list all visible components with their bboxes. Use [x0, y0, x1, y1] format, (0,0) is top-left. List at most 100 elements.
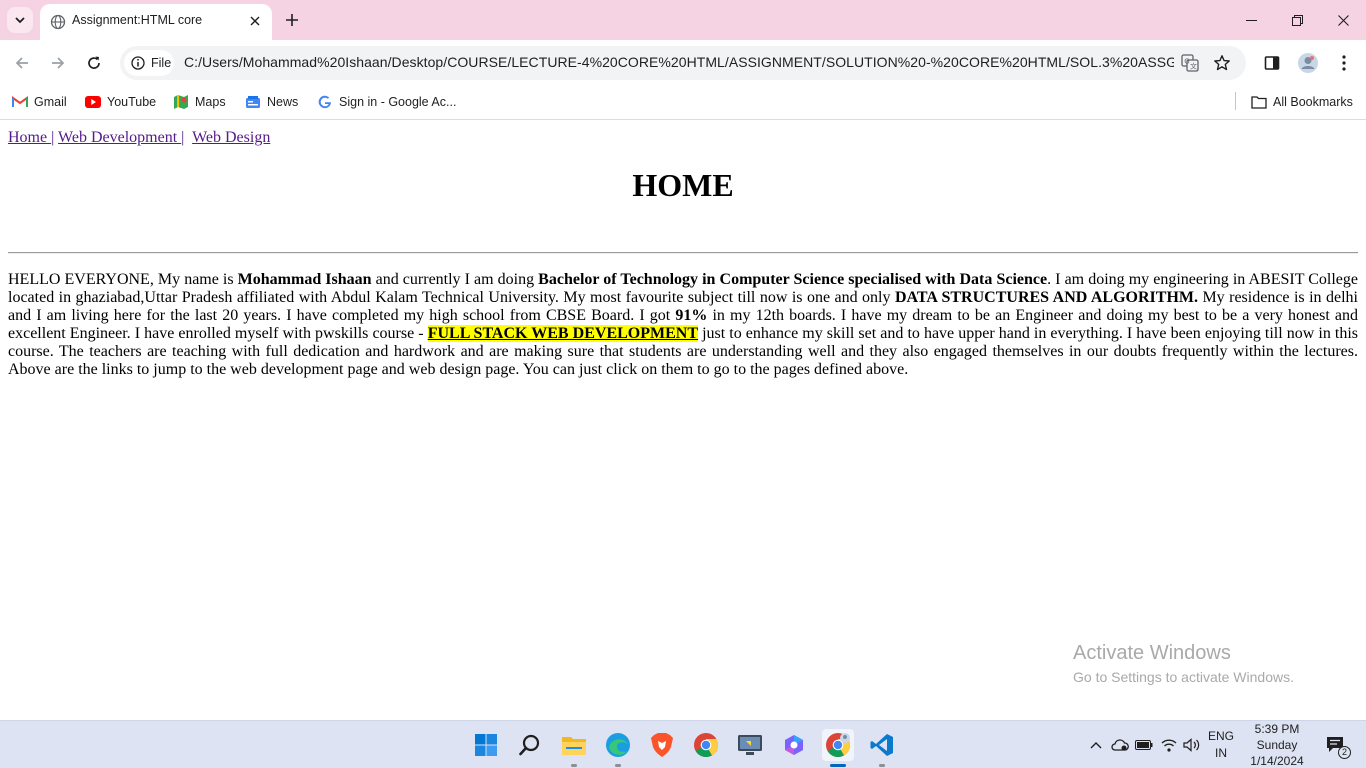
folder-icon	[1251, 96, 1267, 109]
clock[interactable]: 5:39 PM Sunday 1/14/2024	[1244, 721, 1310, 768]
restore-icon	[1291, 14, 1303, 26]
youtube-icon	[85, 96, 101, 108]
activation-watermark: Activate Windows Go to Settings to activ…	[1073, 642, 1294, 685]
search-button[interactable]	[514, 729, 546, 761]
profile-button[interactable]	[1297, 52, 1319, 74]
para-bold-score: 91%	[675, 307, 708, 324]
maps-icon	[174, 95, 188, 109]
bookmark-youtube[interactable]: YouTube	[85, 92, 156, 112]
clock-date: 1/14/2024	[1250, 754, 1304, 768]
reload-button[interactable]	[81, 50, 107, 76]
minimize-button[interactable]	[1228, 0, 1274, 40]
translate-icon: G文	[1181, 54, 1199, 72]
plus-icon	[286, 14, 298, 26]
para-bold-name: Mohammad Ishaan	[237, 271, 372, 288]
star-icon	[1214, 55, 1230, 71]
bookmark-gmail[interactable]: Gmail	[12, 92, 67, 112]
tab-title: Assignment:HTML core	[72, 13, 203, 27]
bookmark-star-button[interactable]	[1212, 53, 1232, 73]
running-indicator	[879, 764, 885, 767]
translate-button[interactable]: G文	[1180, 53, 1200, 73]
google-icon	[318, 95, 331, 109]
nav-link-web-design[interactable]: Web Design	[192, 129, 270, 146]
bookmark-label: News	[267, 95, 299, 109]
bookmark-label: Gmail	[34, 95, 67, 109]
show-hidden-icons-button[interactable]	[1086, 735, 1106, 755]
chrome-icon	[694, 733, 719, 758]
language-code: ENG	[1207, 729, 1234, 743]
remote-desktop-app[interactable]	[734, 729, 766, 761]
watermark-title: Activate Windows	[1073, 642, 1231, 664]
language-indicator[interactable]: ENG IN	[1206, 728, 1236, 762]
arrow-right-icon	[52, 57, 65, 69]
bookmark-maps[interactable]: Maps	[173, 92, 226, 112]
running-indicator	[571, 764, 577, 767]
bookmark-label: Sign in - Google Ac...	[339, 95, 457, 109]
menu-button[interactable]	[1333, 52, 1355, 74]
minimize-icon	[1245, 19, 1257, 21]
clock-day: Sunday	[1256, 738, 1298, 752]
address-bar[interactable]: File C:/Users/Mohammad%20Ishaan/Desktop/…	[120, 46, 1246, 80]
onedrive-tray-button[interactable]	[1110, 735, 1130, 755]
brave-app[interactable]	[646, 729, 678, 761]
notification-badge: 2	[1338, 746, 1351, 759]
reload-icon	[88, 56, 100, 69]
tab-search-button[interactable]	[7, 7, 33, 33]
forward-button[interactable]	[45, 50, 71, 76]
close-window-button[interactable]	[1320, 0, 1366, 40]
back-button[interactable]	[9, 50, 35, 76]
chrome-icon	[826, 733, 851, 758]
new-tab-button[interactable]	[281, 9, 303, 31]
bookmark-news[interactable]: News	[245, 92, 298, 112]
notification-center-button[interactable]: 2	[1323, 735, 1351, 759]
file-explorer-app[interactable]	[558, 729, 590, 767]
nav-link-home[interactable]: Home	[8, 129, 51, 146]
site-info-chip[interactable]: File	[124, 50, 174, 76]
browser-toolbar: File C:/Users/Mohammad%20Ishaan/Desktop/…	[0, 40, 1366, 86]
page-content: Home | Web Development | Web Design HOME…	[0, 121, 1366, 720]
globe-icon	[50, 14, 66, 30]
wifi-icon	[1161, 739, 1177, 752]
highlighted-course: FULL STACK WEB DEVELOPMENT	[427, 325, 699, 342]
edge-icon	[606, 733, 630, 757]
nav-separator: |	[51, 129, 55, 146]
horizontal-rule	[8, 252, 1358, 254]
search-icon	[519, 734, 540, 756]
svg-text:文: 文	[1190, 62, 1197, 71]
edge-app[interactable]	[602, 729, 634, 767]
intro-paragraph: HELLO EVERYONE, My name is Mohammad Isha…	[8, 271, 1358, 379]
copilot-icon	[785, 735, 803, 755]
all-bookmarks-label: All Bookmarks	[1273, 95, 1353, 109]
vscode-app[interactable]	[866, 729, 898, 767]
volume-tray-button[interactable]	[1182, 735, 1202, 755]
chevron-down-icon	[15, 17, 25, 24]
speaker-icon	[1183, 738, 1200, 752]
active-tab[interactable]: Assignment:HTML core	[40, 4, 272, 40]
battery-tray-button[interactable]	[1134, 735, 1154, 755]
all-bookmarks-button[interactable]: All Bookmarks	[1251, 92, 1353, 112]
close-icon	[250, 16, 260, 26]
side-panel-button[interactable]	[1261, 52, 1283, 74]
start-button[interactable]	[470, 729, 502, 761]
vscode-icon	[870, 734, 893, 756]
nav-separator: |	[181, 129, 185, 146]
copilot-app[interactable]	[778, 729, 810, 761]
para-bold-degree: Bachelor of Technology in Computer Scien…	[538, 271, 1048, 288]
arrow-left-icon	[15, 57, 28, 69]
restore-button[interactable]	[1274, 0, 1320, 40]
info-icon	[131, 56, 145, 70]
chrome-profile-app[interactable]	[822, 729, 854, 767]
watermark-subtitle: Go to Settings to activate Windows.	[1073, 669, 1294, 685]
bookmark-google-signin[interactable]: Sign in - Google Ac...	[317, 92, 456, 112]
bookmarks-divider	[1235, 92, 1236, 110]
chrome-app[interactable]	[690, 729, 722, 761]
nav-link-web-development[interactable]: Web Development	[58, 129, 181, 146]
windows-logo-icon	[475, 734, 497, 756]
page-nav: Home | Web Development | Web Design	[8, 129, 270, 147]
wifi-tray-button[interactable]	[1159, 735, 1179, 755]
brave-icon	[651, 733, 673, 757]
tab-close-button[interactable]	[246, 12, 264, 30]
para-bold-subject: DATA STRUCTURES AND ALGORITHM.	[894, 289, 1198, 306]
url-text[interactable]: C:/Users/Mohammad%20Ishaan/Desktop/COURS…	[184, 54, 1174, 70]
bookmark-label: YouTube	[107, 95, 157, 109]
